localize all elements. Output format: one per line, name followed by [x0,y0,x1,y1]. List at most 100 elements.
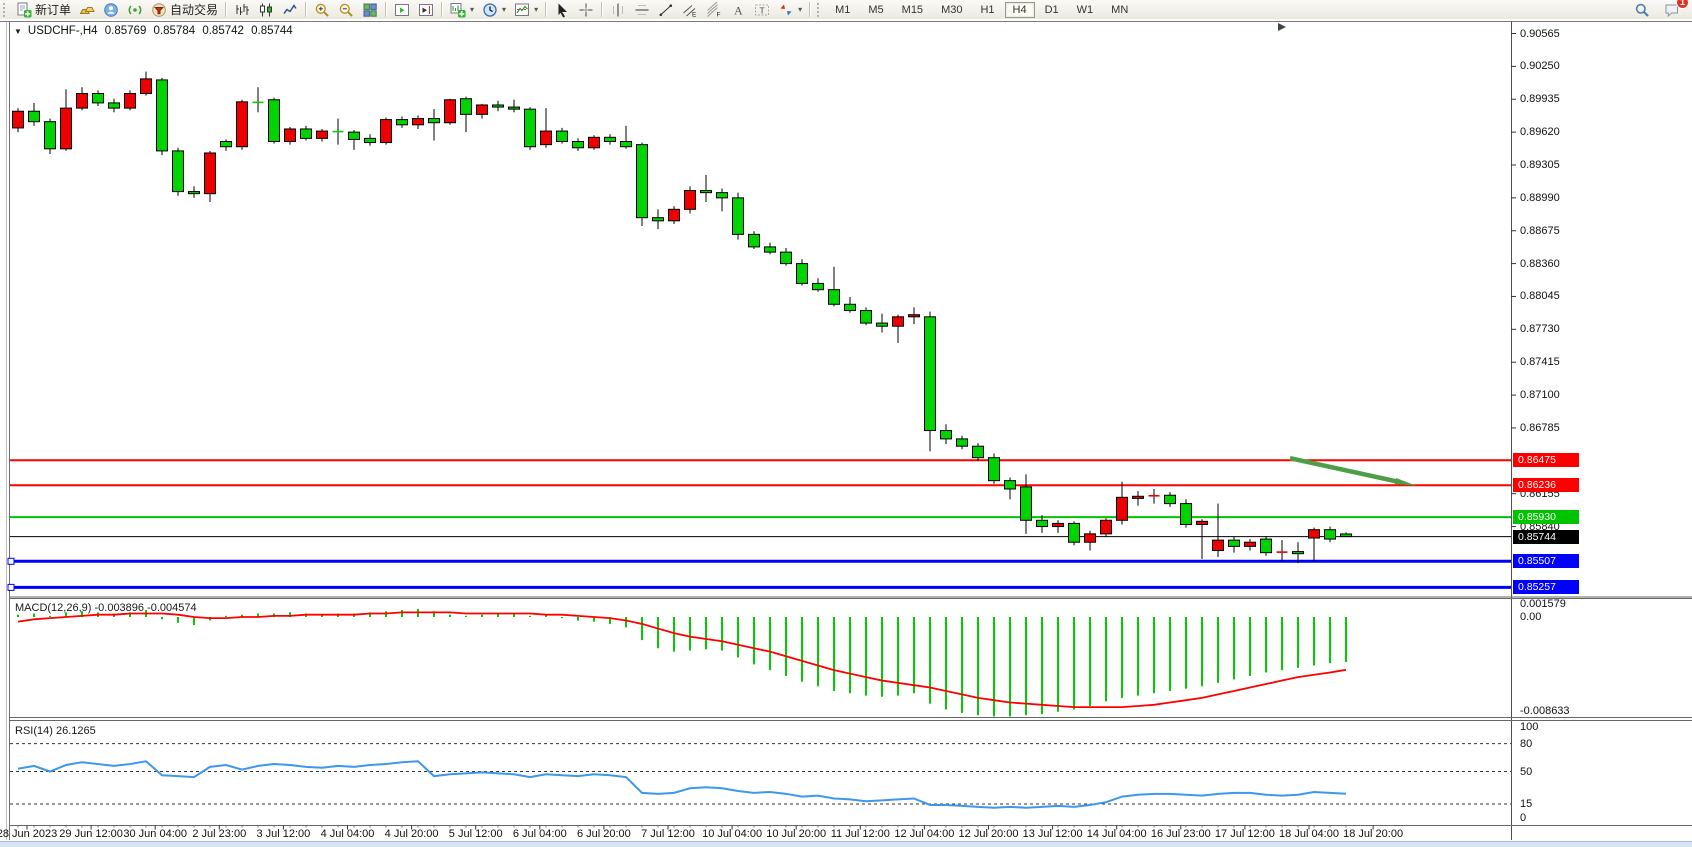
bar-chart-button[interactable] [230,0,254,20]
date-label: 6 Jul 20:00 [577,828,631,840]
timeframe-m1[interactable]: M1 [827,2,858,18]
price-badge-0.85744: 0.85744 [1513,530,1579,544]
candle-body [141,79,152,94]
new-order-button-label: 新订单 [35,1,71,18]
candle-body [989,458,1000,481]
price-tick-label: 0.88360 [1520,258,1560,270]
candle-body [1229,540,1240,546]
chart-canvas[interactable] [0,19,1692,846]
zoom-out-button[interactable] [334,0,358,20]
channel-tool[interactable]: E [678,0,702,20]
timeframe-m15[interactable]: M15 [894,2,931,18]
vertical-line-tool[interactable] [606,0,630,20]
line-handle[interactable] [8,558,14,564]
line-handle[interactable] [8,584,14,590]
price-badge-0.85257: 0.85257 [1513,580,1579,594]
auto-scroll-button[interactable] [390,0,414,20]
candle-body [1309,530,1320,538]
candle-body [1245,542,1256,546]
rsi-axis-label: 100 [1520,721,1538,733]
candle-body [397,120,408,125]
crosshair-tool-button[interactable] [574,0,598,20]
candle-body [1069,523,1080,542]
toolbar-separator [545,2,547,17]
timeframe-h1[interactable]: H1 [972,2,1002,18]
zoom-in-button[interactable] [310,0,334,20]
arrows-tool[interactable]: ▾ [774,0,806,20]
candle-body [1053,523,1064,526]
line-chart-button[interactable] [278,0,302,20]
macd-main-value: -0.003896 [94,602,144,614]
cursor-tool-button[interactable] [550,0,574,20]
timeframe-h4[interactable]: H4 [1005,2,1035,18]
candlestick-chart-button[interactable] [254,0,278,20]
bottom-strip [0,841,1692,847]
timeframe-m30[interactable]: M30 [933,2,970,18]
community-button[interactable] [99,0,123,20]
notifications-button[interactable]: 1 [1660,0,1684,20]
vline-icon [610,2,626,18]
timeframe-mn[interactable]: MN [1103,2,1136,18]
autotrading-button[interactable]: 自动交易 [147,0,222,20]
chart-line-icon [282,2,298,18]
candle-body [653,218,664,221]
candle-body [317,131,328,138]
price-tick-label: 0.86785 [1520,422,1560,434]
funds-button[interactable] [75,0,99,20]
timeframe-d1[interactable]: D1 [1037,2,1067,18]
templates-button[interactable]: ▾ [510,0,542,20]
candle-body [477,105,488,114]
rsi-label: RSI(14) 26.1265 [15,725,96,737]
ohlc-high: 0.85784 [154,25,196,37]
price-badge-0.86475: 0.86475 [1513,453,1579,467]
candle-body [733,198,744,235]
text-tool[interactable]: A [726,0,750,20]
candle-body [781,252,792,263]
candle-body [813,283,824,289]
price-tick-label: 0.90250 [1520,60,1560,72]
cursor-icon [554,2,570,18]
ohlc-open: 0.85769 [105,25,147,37]
candle-body [429,119,440,123]
date-label: 10 Jul 20:00 [766,828,826,840]
candle-body [621,142,632,147]
price-badge-0.85507: 0.85507 [1513,554,1579,568]
signals-button[interactable] [123,0,147,20]
hline-icon [634,2,650,18]
text-a-icon: A [730,2,746,18]
new-chart-button[interactable]: ▾ [446,0,478,20]
chart-menu-icon[interactable]: ▼ [14,27,22,36]
new-order-button[interactable]: 新订单 [12,0,75,20]
macd-label: MACD(12,26,9) -0.003896 -0.004574 [15,602,197,614]
candle-body [1181,504,1192,525]
chevron-down-icon: ▾ [534,5,538,14]
rsi-axis-label: 50 [1520,766,1532,778]
toolbar-separator [441,2,443,17]
price-tick-label: 0.89935 [1520,93,1560,105]
search-button[interactable] [1630,0,1654,20]
candle-body [605,137,616,141]
trendline-tool[interactable] [654,0,678,20]
svg-text:A: A [734,3,743,17]
horizontal-line-tool[interactable] [630,0,654,20]
chartshift-icon [418,2,434,18]
candle-body [221,142,232,147]
crosshair-icon [578,2,594,18]
periods-button[interactable]: ▾ [478,0,510,20]
channel-icon: E [682,2,698,18]
price-tick-label: 0.87730 [1520,323,1560,335]
candle-body [205,153,216,194]
candle-body [349,132,360,139]
tile-windows-button[interactable] [358,0,382,20]
toolbar-separator [601,2,603,17]
fibonacci-tool[interactable]: F [702,0,726,20]
date-label: 14 Jul 04:00 [1087,828,1147,840]
candle-body [269,100,280,142]
candle-body [109,103,120,108]
chart-shift-button[interactable] [414,0,438,20]
label-tool[interactable]: T [750,0,774,20]
timeframe-w1[interactable]: W1 [1069,2,1102,18]
candle-body [717,193,728,198]
timeframe-m5[interactable]: M5 [860,2,891,18]
template-icon [514,2,530,18]
